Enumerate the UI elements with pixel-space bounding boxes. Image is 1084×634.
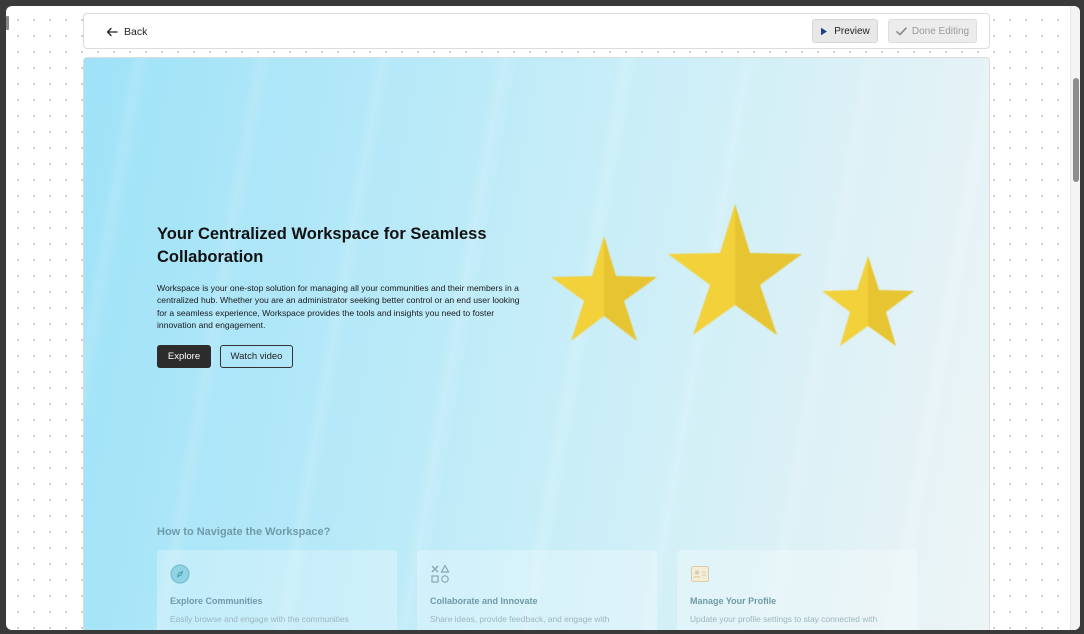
back-label: Back	[124, 26, 148, 38]
star-icon-left	[551, 236, 657, 341]
star-icon-center	[668, 204, 802, 335]
card-explore-communities[interactable]: Explore Communities Easily browse and en…	[157, 550, 397, 630]
star-icon-right	[822, 256, 914, 346]
hero-title: Your Centralized Workspace for Seamless …	[157, 225, 487, 266]
card-title: Collaborate and Innovate	[430, 596, 538, 606]
card-description: Share ideas, provide feedback, and engag…	[430, 614, 610, 624]
resize-handle[interactable]	[6, 16, 9, 30]
card-collaborate-innovate[interactable]: Collaborate and Innovate Share ideas, pr…	[417, 550, 657, 630]
shapes-icon	[431, 564, 450, 583]
scrollbar-thumb[interactable]	[1073, 78, 1079, 182]
card-manage-profile[interactable]: Manage Your Profile Update your profile …	[677, 550, 917, 630]
compass-icon	[170, 564, 190, 584]
check-icon	[896, 26, 907, 35]
card-description: Update your profile settings to stay con…	[690, 614, 878, 624]
profile-card-icon	[691, 566, 709, 582]
hero-description: Workspace is your one-stop solution for …	[157, 283, 520, 330]
preview-button[interactable]: Preview	[812, 19, 878, 43]
card-title: Manage Your Profile	[690, 596, 777, 606]
stars-illustration	[551, 204, 914, 346]
editor-toolbar: Back Preview Done Editing	[83, 13, 990, 49]
back-button[interactable]: Back	[106, 23, 147, 41]
done-editing-button[interactable]: Done Editing	[888, 19, 977, 43]
watch-video-button[interactable]: Watch video	[220, 345, 293, 368]
card-title: Explore Communities	[170, 596, 263, 606]
explore-button[interactable]: Explore	[157, 345, 211, 368]
page-canvas[interactable]: Your Centralized Workspace for Seamless …	[83, 57, 990, 630]
arrow-left-icon	[106, 27, 118, 37]
navigate-section-title: How to Navigate the Workspace?	[157, 526, 331, 538]
preview-label: Preview	[834, 25, 870, 37]
scrollbar[interactable]	[1070, 6, 1080, 630]
editor-frame: Back Preview Done Editing Your Centraliz…	[6, 6, 1080, 630]
card-description: Easily browse and engage with the commun…	[170, 614, 349, 624]
done-editing-label: Done Editing	[911, 25, 970, 37]
play-icon	[821, 27, 828, 35]
